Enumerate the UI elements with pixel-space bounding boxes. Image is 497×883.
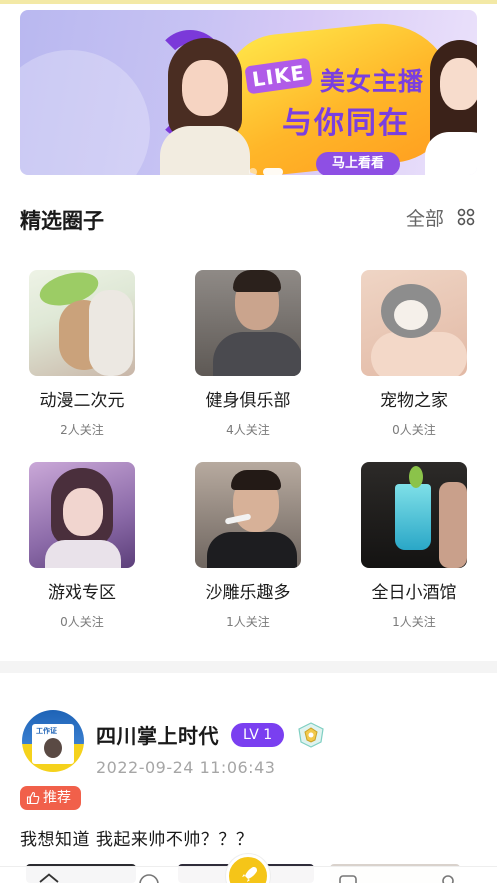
- post-timestamp: 2022-09-24 11:06:43: [96, 758, 276, 777]
- circle-thumbnail: [29, 270, 135, 376]
- circle-follow-count: 0人关注: [60, 615, 104, 629]
- circle-card[interactable]: 沙雕乐趣多 1人关注: [188, 462, 308, 630]
- banner-model-right: [425, 40, 477, 175]
- circle-thumbnail: [195, 462, 301, 568]
- banner-decoration: [20, 50, 150, 175]
- circle-name: 游戏专区: [48, 583, 116, 603]
- vip-badge-icon: [298, 722, 324, 748]
- post-author-name[interactable]: 四川掌上时代: [96, 720, 219, 749]
- rocket-icon: [242, 867, 257, 882]
- message-icon[interactable]: [337, 873, 359, 883]
- recommend-tag: 推荐: [20, 786, 81, 810]
- thumbs-up-icon: [26, 791, 40, 805]
- view-all-link[interactable]: 全部: [406, 204, 444, 231]
- circle-follow-count: 1人关注: [392, 615, 436, 629]
- publish-fab-button[interactable]: [226, 854, 270, 883]
- circle-name: 宠物之家: [380, 391, 448, 411]
- circle-thumbnail: [195, 270, 301, 376]
- section-title: 精选圈子: [20, 209, 104, 233]
- recommend-tag-label: 推荐: [43, 790, 71, 806]
- circle-follow-count: 1人关注: [226, 615, 270, 629]
- compass-icon[interactable]: [138, 873, 160, 883]
- circle-card[interactable]: 宠物之家 0人关注: [354, 270, 474, 438]
- banner-cta-button[interactable]: 马上看看: [316, 152, 400, 175]
- circle-follow-count: 0人关注: [392, 423, 436, 437]
- home-icon[interactable]: [38, 873, 60, 883]
- avatar[interactable]: 工作证: [22, 710, 84, 772]
- circle-thumbnail: [361, 462, 467, 568]
- section-divider: [0, 661, 497, 673]
- circle-follow-count: 2人关注: [60, 423, 104, 437]
- profile-icon[interactable]: [437, 873, 459, 883]
- top-strip: [0, 0, 497, 4]
- circle-name: 全日小酒馆: [371, 583, 457, 603]
- avatar-photo: [44, 738, 62, 758]
- banner-headline-1: 美女主播: [320, 67, 425, 96]
- circle-card[interactable]: 游戏专区 0人关注: [22, 462, 142, 630]
- circle-card[interactable]: 健身俱乐部 4人关注: [188, 270, 308, 438]
- level-badge: LV 1: [231, 723, 285, 747]
- circle-thumbnail: [361, 270, 467, 376]
- circle-name: 沙雕乐趣多: [205, 583, 291, 603]
- banner-pagination: [249, 168, 283, 175]
- promo-banner[interactable]: LIKE 美女主播 与你同在 马上看看: [20, 10, 477, 175]
- banner-model-left: [160, 38, 250, 175]
- circle-card[interactable]: 动漫二次元 2人关注: [22, 270, 142, 438]
- circle-card[interactable]: 全日小酒馆 1人关注: [354, 462, 474, 630]
- circle-name: 动漫二次元: [39, 391, 125, 411]
- banner-dot-active: [263, 168, 283, 175]
- circle-follow-count: 4人关注: [226, 423, 270, 437]
- avatar-caption: 工作证: [36, 727, 57, 735]
- post-text[interactable]: 我想知道 我起来帅不帅？？？: [20, 825, 253, 850]
- circle-thumbnail: [29, 462, 135, 568]
- grid-icon[interactable]: [457, 208, 475, 226]
- banner-dot: [249, 168, 257, 175]
- circle-name: 健身俱乐部: [205, 391, 291, 411]
- banner-headline-2: 与你同在: [282, 106, 410, 141]
